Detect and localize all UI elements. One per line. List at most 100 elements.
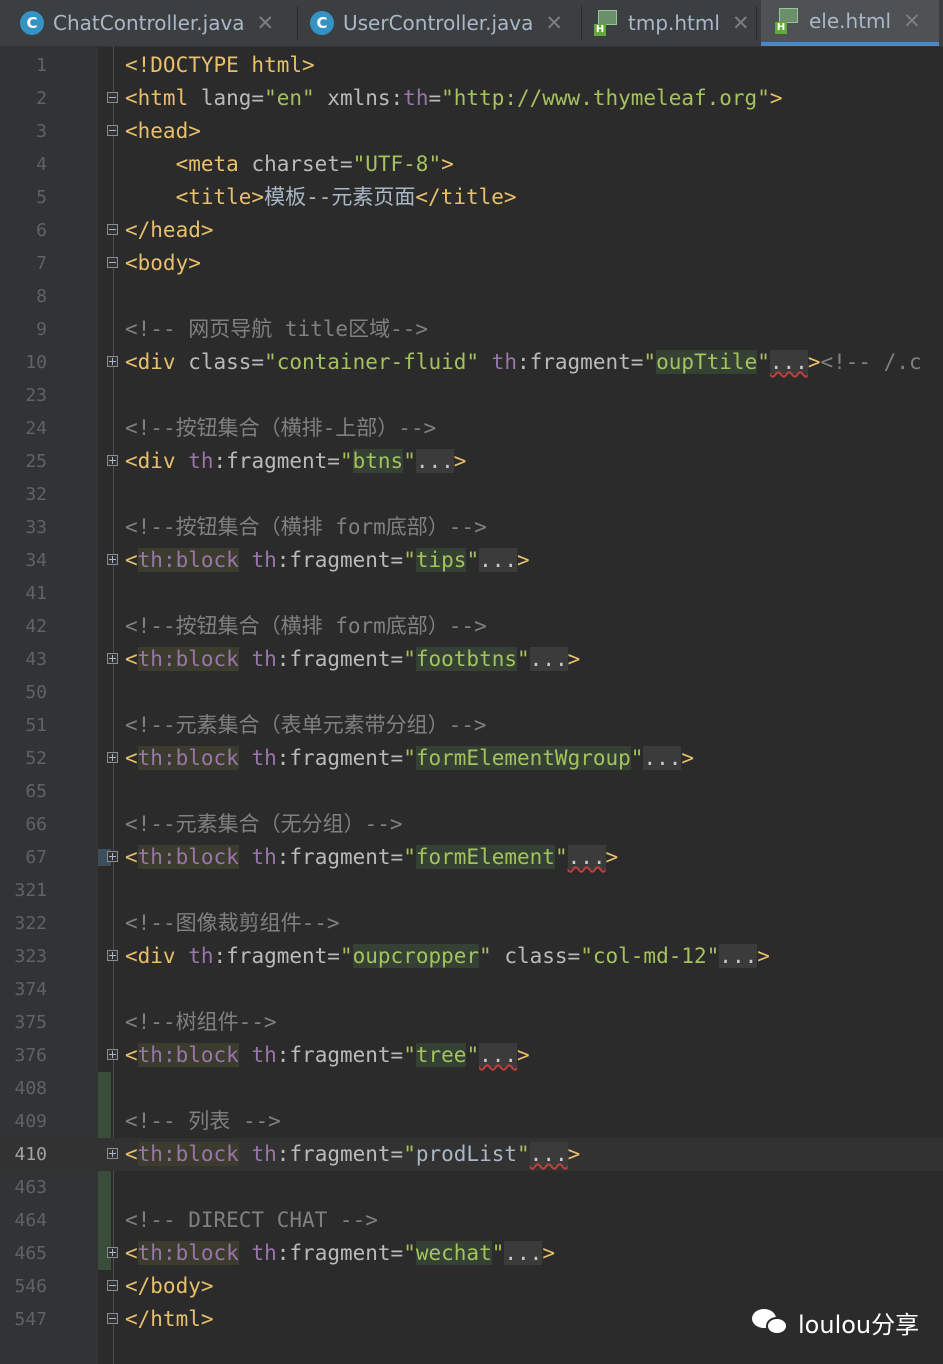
collapse-fold-icon[interactable]	[107, 125, 118, 136]
close-icon[interactable]: ✕	[257, 11, 275, 35]
code-line[interactable]: 65	[0, 775, 943, 808]
expand-fold-icon[interactable]	[107, 554, 118, 565]
folded-region-placeholder[interactable]: ...	[415, 449, 454, 473]
code-line[interactable]: 24 <!--按钮集合（横排-上部）-->	[0, 412, 943, 445]
code-text: <!-- 列表 -->	[125, 1105, 281, 1138]
code-text: </head>	[125, 214, 214, 247]
expand-fold-icon[interactable]	[107, 1049, 118, 1060]
code-line[interactable]: 376 <th:block th:fragment="tree"...>	[0, 1039, 943, 1072]
code-line[interactable]: 4 <meta charset="UTF-8">	[0, 148, 943, 181]
expand-fold-icon[interactable]	[107, 455, 118, 466]
code-line[interactable]: 463	[0, 1171, 943, 1204]
code-line[interactable]: 43 <th:block th:fragment="footbtns"...>	[0, 643, 943, 676]
code-line[interactable]: 67 <th:block th:fragment="formElement"...…	[0, 841, 943, 874]
code-text: <!DOCTYPE html>	[125, 49, 315, 82]
code-line[interactable]: 10 <div class="container-fluid" th:fragme…	[0, 346, 943, 379]
collapse-fold-icon[interactable]	[107, 92, 118, 103]
code-token: <meta	[175, 152, 252, 176]
code-token: "http://www.thymeleaf.org"	[441, 86, 770, 110]
tab-usercontroller-java[interactable]: C UserController.java ✕	[302, 0, 584, 46]
collapse-fold-icon[interactable]	[107, 257, 118, 268]
code-line[interactable]: 408	[0, 1072, 943, 1105]
code-line[interactable]: 5 <title>模板--元素页面</title>	[0, 181, 943, 214]
collapse-fold-icon[interactable]	[107, 224, 118, 235]
code-line[interactable]: 33 <!--按钮集合（横排 form底部）-->	[0, 511, 943, 544]
code-line[interactable]: 546 </body>	[0, 1270, 943, 1303]
folded-region-placeholder[interactable]: ...	[529, 1142, 568, 1166]
code-token: formElementWgroup	[415, 746, 631, 770]
expand-fold-icon[interactable]	[107, 653, 118, 664]
code-line[interactable]: 2 <html lang="en" xmlns:th="http://www.th…	[0, 82, 943, 115]
code-text: <!--元素集合（表单元素带分组）-->	[125, 709, 487, 742]
code-line[interactable]: 50	[0, 676, 943, 709]
code-line[interactable]: 323 <div th:fragment="oupcropper" class="…	[0, 940, 943, 973]
code-line[interactable]: 9 <!-- 网页导航 title区域-->	[0, 313, 943, 346]
expand-fold-icon[interactable]	[107, 752, 118, 763]
line-number: 1	[36, 55, 47, 76]
code-token: class=	[188, 350, 265, 374]
folded-region-placeholder[interactable]: ...	[479, 1043, 518, 1067]
code-line[interactable]: 322 <!--图像裁剪组件-->	[0, 907, 943, 940]
code-token: <!-- /.c	[820, 350, 922, 374]
tab-label: tmp.html	[628, 11, 720, 35]
code-token: "	[466, 1043, 480, 1067]
folded-region-placeholder[interactable]: ...	[719, 944, 758, 968]
code-token: btns	[352, 449, 404, 473]
code-line[interactable]: 374	[0, 973, 943, 1006]
expand-fold-icon[interactable]	[107, 1148, 118, 1159]
code-line[interactable]: 409 <!-- 列表 -->	[0, 1105, 943, 1138]
close-icon[interactable]: ✕	[545, 11, 563, 35]
code-line[interactable]: 6 </head>	[0, 214, 943, 247]
folded-region-placeholder[interactable]: ...	[479, 548, 518, 572]
code-line[interactable]: 3 <head>	[0, 115, 943, 148]
code-token: <!--图像裁剪组件-->	[125, 911, 340, 935]
code-token: >	[769, 86, 783, 110]
line-number: 52	[25, 748, 47, 769]
code-line[interactable]: 23	[0, 379, 943, 412]
code-line[interactable]: 34 <th:block th:fragment="tips"...>	[0, 544, 943, 577]
folded-region-placeholder[interactable]: ...	[529, 647, 568, 671]
code-text: <body>	[125, 247, 201, 280]
code-line[interactable]: 8	[0, 280, 943, 313]
tab-chatcontroller-java[interactable]: C ChatController.java ✕	[12, 0, 300, 46]
code-line[interactable]: 51 <!--元素集合（表单元素带分组）-->	[0, 709, 943, 742]
close-icon[interactable]: ✕	[903, 9, 921, 33]
expand-fold-icon[interactable]	[107, 1247, 118, 1258]
code-token: </body>	[125, 1274, 214, 1298]
folded-region-placeholder[interactable]: ...	[643, 746, 682, 770]
tab-tmp-html[interactable]: Htmp.html ✕	[586, 0, 759, 46]
code-line[interactable]: 66 <!--元素集合（无分组）-->	[0, 808, 943, 841]
code-line[interactable]: 7 <body>	[0, 247, 943, 280]
line-number: 24	[25, 418, 47, 439]
code-line[interactable]: 32	[0, 478, 943, 511]
expand-fold-icon[interactable]	[107, 851, 118, 862]
code-token: <!--元素集合（无分组）-->	[125, 812, 403, 836]
expand-fold-icon[interactable]	[107, 356, 118, 367]
folded-region-placeholder[interactable]: ...	[769, 350, 808, 374]
code-line[interactable]: 464 <!-- DIRECT CHAT -->	[0, 1204, 943, 1237]
folded-region-placeholder[interactable]: ...	[567, 845, 606, 869]
collapse-fold-icon[interactable]	[107, 1280, 118, 1291]
code-line[interactable]: 321	[0, 874, 943, 907]
folded-region-placeholder[interactable]: ...	[504, 1241, 543, 1265]
line-number: 323	[14, 946, 47, 967]
code-text: <!--图像裁剪组件-->	[125, 907, 340, 940]
code-line[interactable]: 25 <div th:fragment="btns"...>	[0, 445, 943, 478]
code-line[interactable]: 410 <th:block th:fragment="prodList"...>	[0, 1138, 943, 1171]
code-line[interactable]: 41	[0, 577, 943, 610]
code-line[interactable]: 375 <!--树组件-->	[0, 1006, 943, 1039]
close-icon[interactable]: ✕	[732, 11, 750, 35]
line-number: 465	[14, 1243, 47, 1264]
code-line[interactable]: 52 <th:block th:fragment="formElementWgro…	[0, 742, 943, 775]
collapse-fold-icon[interactable]	[107, 1313, 118, 1324]
tab-separator	[756, 6, 757, 40]
code-line[interactable]: 1 <!DOCTYPE html>	[0, 49, 943, 82]
tab-ele-html[interactable]: Hele.html ✕	[761, 0, 939, 46]
code-line[interactable]: 42 <!--按钮集合（横排 form底部）-->	[0, 610, 943, 643]
expand-fold-icon[interactable]	[107, 950, 118, 961]
code-line[interactable]: 465 <th:block th:fragment="wechat"...>	[0, 1237, 943, 1270]
code-token: :fragment=	[276, 647, 404, 671]
code-token: <head>	[125, 119, 201, 143]
code-token: tree	[415, 1043, 467, 1067]
